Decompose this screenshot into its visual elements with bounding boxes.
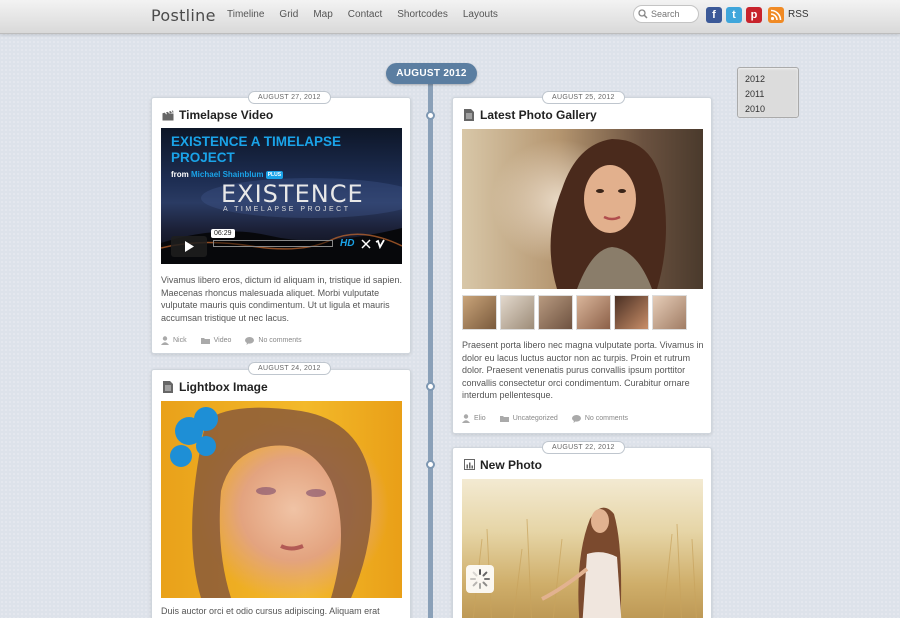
gallery-thumb[interactable]: [576, 295, 611, 330]
post-author[interactable]: Nick: [173, 337, 187, 344]
gallery-thumbnails: [462, 295, 687, 330]
facebook-icon[interactable]: f: [706, 7, 722, 23]
nav-map[interactable]: Map: [313, 9, 332, 20]
gallery-thumb[interactable]: [538, 295, 573, 330]
nav-shortcodes[interactable]: Shortcodes: [397, 9, 448, 20]
video-hd-label[interactable]: HD: [340, 238, 354, 249]
user-icon: [462, 414, 470, 423]
post-meta: Elio Uncategorized No comments: [462, 414, 642, 423]
video-big-title: EXISTENCE: [221, 180, 364, 208]
timeline-node: [426, 460, 435, 469]
rss-link[interactable]: RSS: [788, 9, 809, 20]
gallery-thumb[interactable]: [614, 295, 649, 330]
post-title[interactable]: Latest Photo Gallery: [480, 108, 597, 122]
year-link-2011[interactable]: 2011: [745, 87, 798, 102]
nav-grid[interactable]: Grid: [279, 9, 298, 20]
post-card-lightbox: Lightbox Image Duis auctor orci et odio …: [151, 369, 411, 618]
timeline-line: [428, 72, 433, 618]
post-title[interactable]: New Photo: [480, 458, 542, 472]
post-comments[interactable]: No comments: [585, 415, 628, 422]
video-title[interactable]: EXISTENCE A TIMELAPSE PROJECT: [171, 134, 371, 166]
twitter-icon[interactable]: t: [726, 7, 742, 23]
comment-icon: [245, 336, 255, 345]
play-icon: [185, 241, 194, 252]
post-meta: Nick Video No comments: [161, 336, 316, 345]
folder-icon: [200, 338, 210, 344]
nav-contact[interactable]: Contact: [348, 9, 382, 20]
portrait-hair: [170, 407, 372, 598]
user-icon: [161, 336, 169, 345]
loading-spinner: [466, 565, 494, 593]
clapperboard-icon: [162, 110, 174, 121]
year-link-2010[interactable]: 2010: [745, 102, 798, 117]
document-icon: [163, 381, 173, 393]
search-input[interactable]: [651, 9, 695, 19]
video-player[interactable]: EXISTENCE A TIMELAPSE PROJECT from Micha…: [161, 128, 402, 264]
post-date: AUGUST 27, 2012: [248, 91, 331, 104]
post-excerpt: Praesent porta libero nec magna vulputat…: [462, 340, 704, 401]
spinner-icon: [470, 569, 490, 589]
gallery-thumb[interactable]: [652, 295, 687, 330]
search-box[interactable]: [633, 5, 699, 23]
vimeo-icon[interactable]: [375, 239, 386, 249]
video-byline: from Michael Shainblum PLUS: [171, 170, 284, 179]
post-card-video: Timelapse Video EXISTENCE A TIMELAPSE PR…: [151, 97, 411, 354]
site-logo[interactable]: Postline: [151, 6, 216, 25]
post-card-photo: New Photo: [452, 447, 712, 618]
comment-icon: [571, 414, 581, 423]
post-date: AUGUST 24, 2012: [248, 362, 331, 375]
post-comments[interactable]: No comments: [258, 337, 301, 344]
play-button[interactable]: [171, 236, 207, 257]
post-date: AUGUST 22, 2012: [542, 441, 625, 454]
rss-icon[interactable]: [768, 7, 784, 23]
year-selector: 2012 2011 2010: [737, 67, 799, 118]
top-bar: Postline Timeline Grid Map Contact Short…: [0, 0, 900, 34]
gallery-main-image[interactable]: [462, 129, 703, 289]
video-from: from: [171, 170, 189, 179]
post-card-gallery: Latest Photo Gallery Praesent porta libe…: [452, 97, 712, 434]
field-photo: [472, 507, 697, 618]
video-progress-bar[interactable]: [213, 240, 333, 247]
post-category[interactable]: Uncategorized: [513, 415, 558, 422]
photo-image[interactable]: [462, 479, 703, 618]
month-badge: AUGUST 2012: [386, 63, 477, 84]
fullscreen-icon[interactable]: [361, 239, 371, 249]
gallery-thumb[interactable]: [500, 295, 535, 330]
main-nav: Timeline Grid Map Contact Shortcodes Lay…: [227, 9, 513, 20]
timeline-node: [426, 111, 435, 120]
nav-timeline[interactable]: Timeline: [227, 9, 264, 20]
document-icon: [464, 109, 474, 121]
post-title[interactable]: Lightbox Image: [179, 380, 268, 394]
video-plus-badge: PLUS: [265, 170, 284, 179]
video-author[interactable]: Michael Shainblum: [191, 170, 263, 179]
folder-icon: [499, 416, 509, 422]
year-link-2012[interactable]: 2012: [745, 72, 798, 87]
nav-layouts[interactable]: Layouts: [463, 9, 498, 20]
video-subtitle: A TIMELAPSE PROJECT: [223, 206, 351, 213]
pinterest-icon[interactable]: p: [746, 7, 762, 23]
chart-icon: [464, 459, 475, 470]
post-excerpt: Vivamus libero eros, dictum id aliquam i…: [161, 275, 402, 323]
post-author[interactable]: Elio: [474, 415, 486, 422]
lightbox-image[interactable]: [161, 401, 402, 598]
post-excerpt: Duis auctor orci et odio cursus adipisci…: [161, 606, 380, 616]
post-date: AUGUST 25, 2012: [542, 91, 625, 104]
search-icon: [638, 9, 648, 19]
post-title[interactable]: Timelapse Video: [179, 108, 273, 122]
timeline-node: [426, 382, 435, 391]
gallery-portrait: [550, 139, 666, 289]
video-time-badge: 06:29: [211, 229, 235, 238]
gallery-thumb[interactable]: [462, 295, 497, 330]
post-category[interactable]: Video: [214, 337, 232, 344]
